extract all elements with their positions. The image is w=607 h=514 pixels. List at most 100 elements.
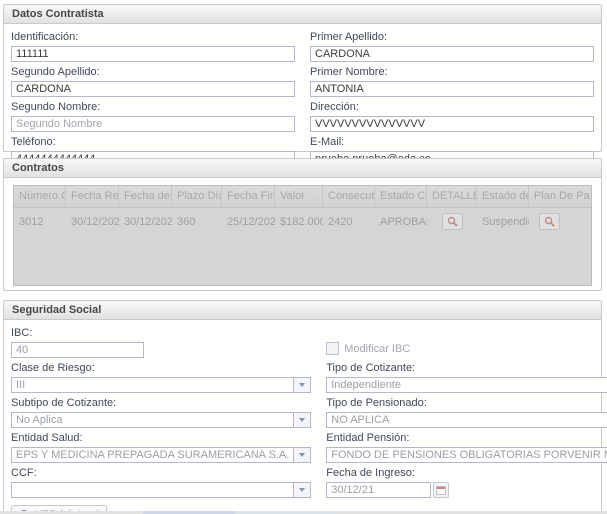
ibc-input[interactable] — [11, 342, 144, 358]
col-detalle: DETALLE ... — [427, 186, 477, 207]
modificar-ibc-label: Modificar IBC — [344, 343, 410, 355]
col-plazo-dias: Plazo Días — [172, 186, 222, 207]
segundo-apellido-input[interactable] — [11, 81, 295, 97]
panel-contratos: Contratos Número C... Fecha Reg... Fecha… — [3, 158, 602, 291]
primer-nombre-label: Primer Nombre: — [310, 64, 594, 81]
cell-fecha-inicio: 30/12/2021 — [119, 216, 172, 228]
segundo-nombre-label: Segundo Nombre: — [11, 99, 295, 116]
calendar-icon — [436, 485, 446, 495]
identificacion-label: Identificación: — [11, 29, 295, 46]
panel-header-contratos: Contratos — [4, 159, 601, 178]
primer-apellido-input[interactable] — [310, 46, 594, 62]
field-fecha-ingreso: Fecha de Ingreso: — [326, 465, 607, 498]
fecha-ingreso-label: Fecha de Ingreso: — [326, 465, 607, 482]
chevron-down-icon[interactable] — [293, 483, 310, 497]
field-primer-apellido: Primer Apellido: — [310, 29, 594, 62]
ccf-combo[interactable] — [11, 482, 311, 498]
ibc-label: IBC: — [11, 325, 311, 342]
clase-riesgo-value: III — [12, 378, 293, 392]
email-label: E-Mail: — [310, 134, 594, 151]
entidad-pension-combo[interactable]: FONDO DE PENSIONES OBLIGATORIAS PORVENIR… — [326, 447, 607, 463]
cell-numero-contrato: 3012 — [14, 216, 66, 228]
detalle-icon — [447, 216, 458, 227]
panel-header-datos-contratista: Datos Contratista — [4, 5, 601, 24]
subtipo-cotizante-label: Subtipo de Cotizante: — [11, 395, 311, 412]
cell-fecha-fin: 25/12/2022 — [222, 216, 275, 228]
field-segundo-apellido: Segundo Apellido: — [11, 64, 295, 97]
field-tipo-cotizante: Tipo de Cotizante: Independiente — [326, 360, 607, 393]
cell-estado-del: Suspendido — [477, 216, 529, 228]
calendar-button[interactable] — [433, 482, 449, 498]
entidad-salud-value: EPS Y MEDICINA PREPAGADA SURAMERICANA S.… — [12, 448, 293, 462]
subtipo-cotizante-combo[interactable]: No Aplica — [11, 412, 311, 428]
tipo-cotizante-combo[interactable]: Independiente — [326, 377, 607, 393]
field-identificacion: Identificación: — [11, 29, 295, 62]
tipo-cotizante-value: Independiente — [327, 378, 607, 392]
tipo-pensionado-value: NO APLICA — [327, 413, 607, 427]
panel-body-seguridad-social: IBC: Modificar IBC Clase de Riesgo: III — [4, 320, 601, 514]
panel-datos-contratista: Datos Contratista Identificación: Primer… — [3, 4, 602, 152]
cell-detalle — [427, 213, 477, 230]
field-tipo-pensionado: Tipo de Pensionado: NO APLICA — [326, 395, 607, 428]
col-valor: Valor — [275, 186, 323, 207]
clase-riesgo-combo[interactable]: III — [11, 377, 311, 393]
field-clase-riesgo: Clase de Riesgo: III — [11, 360, 311, 393]
panel-header-seguridad-social: Seguridad Social — [4, 301, 601, 320]
ccf-value — [12, 483, 293, 497]
chevron-down-icon[interactable] — [293, 378, 310, 392]
col-fecha-registro: Fecha Reg... — [66, 186, 119, 207]
identificacion-input[interactable] — [11, 46, 295, 62]
cell-plan-de-pagos — [529, 213, 591, 230]
cell-consecutivo: 2420 — [323, 216, 375, 228]
primer-nombre-input[interactable] — [310, 81, 594, 97]
field-subtipo-cotizante: Subtipo de Cotizante: No Aplica — [11, 395, 311, 428]
contratos-grid-row: 3012 30/12/2021 30/12/2021 360 25/12/202… — [14, 208, 591, 235]
contratos-grid-header: Número C... Fecha Reg... Fecha de I... P… — [14, 186, 591, 208]
chevron-down-icon[interactable] — [293, 448, 310, 462]
page: Datos Contratista Identificación: Primer… — [0, 0, 607, 514]
field-segundo-nombre: Segundo Nombre: — [11, 99, 295, 132]
col-consecutivo: Consecutiv... — [323, 186, 375, 207]
chevron-down-icon[interactable] — [293, 413, 310, 427]
field-modificar-ibc: Modificar IBC — [326, 325, 607, 358]
col-estado-del: Estado del ... — [477, 186, 529, 207]
cell-fecha-registro: 30/12/2021 — [66, 216, 119, 228]
subtipo-cotizante-value: No Aplica — [12, 413, 293, 427]
field-entidad-pension: Entidad Pensión: FONDO DE PENSIONES OBLI… — [326, 430, 607, 463]
entidad-pension-label: Entidad Pensión: — [326, 430, 607, 447]
detalle-button[interactable] — [442, 213, 463, 230]
panel-body-datos-contratista: Identificación: Primer Apellido: Segundo… — [4, 24, 601, 171]
cell-estado-contrato: APROBADO — [375, 216, 427, 228]
tipo-pensionado-label: Tipo de Pensionado: — [326, 395, 607, 412]
col-fecha-fin: Fecha Fin — [222, 186, 275, 207]
primer-apellido-label: Primer Apellido: — [310, 29, 594, 46]
contratos-grid: Número C... Fecha Reg... Fecha de I... P… — [13, 185, 592, 286]
fecha-ingreso-input[interactable] — [326, 482, 431, 498]
col-plan-de-pagos: Plan De Pa... — [529, 186, 591, 207]
segundo-apellido-label: Segundo Apellido: — [11, 64, 295, 81]
ccf-label: CCF: — [11, 465, 311, 482]
tipo-cotizante-label: Tipo de Cotizante: — [326, 360, 607, 377]
cell-valor: $182.000.0... — [275, 216, 323, 228]
panel-seguridad-social: Seguridad Social IBC: Modificar IBC Clas… — [3, 300, 602, 514]
entidad-salud-combo[interactable]: EPS Y MEDICINA PREPAGADA SURAMERICANA S.… — [11, 447, 311, 463]
cell-plazo-dias: 360 — [172, 216, 222, 228]
segundo-nombre-input[interactable] — [11, 116, 295, 132]
plan-de-pagos-icon — [544, 216, 555, 227]
telefono-label: Teléfono: — [11, 134, 295, 151]
field-entidad-salud: Entidad Salud: EPS Y MEDICINA PREPAGADA … — [11, 430, 311, 463]
tipo-pensionado-combo[interactable]: NO APLICA — [326, 412, 607, 428]
plan-de-pagos-button[interactable] — [539, 213, 560, 230]
field-ccf: CCF: — [11, 465, 311, 498]
field-direccion: Dirección: — [310, 99, 594, 132]
field-primer-nombre: Primer Nombre: — [310, 64, 594, 97]
col-fecha-inicio: Fecha de I... — [119, 186, 172, 207]
entidad-pension-value: FONDO DE PENSIONES OBLIGATORIAS PORVENIR… — [327, 448, 607, 462]
clase-riesgo-label: Clase de Riesgo: — [11, 360, 311, 377]
col-estado-contrato: Estado Co... — [375, 186, 427, 207]
modificar-ibc-checkbox[interactable] — [326, 342, 339, 355]
col-numero-contrato: Número C... — [14, 186, 66, 207]
entidad-salud-label: Entidad Salud: — [11, 430, 311, 447]
direccion-input[interactable] — [310, 116, 594, 132]
direccion-label: Dirección: — [310, 99, 594, 116]
